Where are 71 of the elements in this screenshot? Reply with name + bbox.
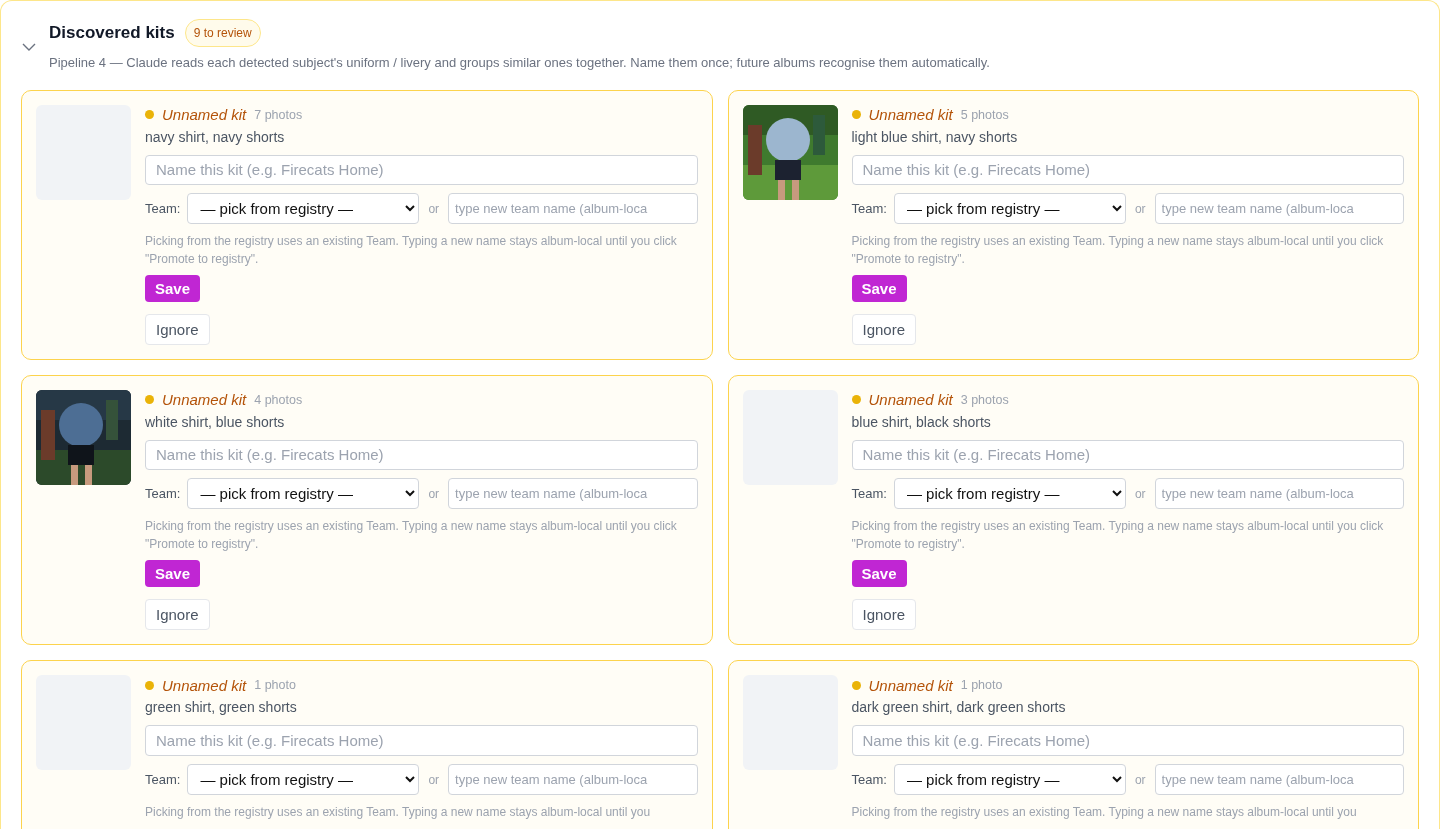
team-label: Team: xyxy=(851,772,887,787)
kit-summary: light blue shirt, navy shorts xyxy=(851,128,1019,145)
kit-name-field[interactable]: Name this kit (e.g. Firecats Home) xyxy=(145,154,698,185)
status-dot xyxy=(145,395,154,405)
ignore-button[interactable]: Ignore xyxy=(851,599,917,630)
status-dot xyxy=(851,395,861,405)
review-count-badge: 9 to review xyxy=(184,19,261,47)
ignore-button[interactable]: Ignore xyxy=(145,599,210,630)
team-select[interactable]: — pick from registry — xyxy=(893,193,1126,224)
section-title: Discovered kits xyxy=(49,23,175,43)
status-dot xyxy=(145,680,154,690)
help-text: Picking from the registry uses an existing Team. Typing a new name stays album-local until you click "Promote to registry". xyxy=(851,518,1385,553)
save-button[interactable]: Save xyxy=(851,560,907,587)
team-label: Team: xyxy=(851,201,887,216)
kit-summary: blue shirt, black shorts xyxy=(851,413,992,430)
help-text: Picking from the registry uses an existing Team. Typing a new name stays album-local until you click "Promote to registry". xyxy=(145,518,678,553)
photo-count: 3 photos xyxy=(960,392,1009,407)
team-name-field[interactable]: type new team name (album-loca xyxy=(1154,764,1404,795)
or-label: or xyxy=(1133,772,1147,787)
ignore-button[interactable]: Ignore xyxy=(145,314,210,345)
team-name-field[interactable]: type new team name (album-loca xyxy=(1154,478,1404,509)
kit-name: Unnamed kit xyxy=(162,391,247,409)
team-name-field[interactable]: type new team name (album-loca xyxy=(448,764,698,795)
team-select[interactable]: — pick from registry — xyxy=(893,478,1126,509)
or-label: or xyxy=(427,486,441,501)
kit-summary: navy shirt, navy shorts xyxy=(145,128,286,145)
kit-name-field[interactable]: Name this kit (e.g. Firecats Home) xyxy=(145,439,698,470)
kit-name: Unnamed kit xyxy=(868,676,953,694)
or-label: or xyxy=(427,201,441,216)
help-text: Picking from the registry uses an existing Team. Typing a new name stays album-local until you xyxy=(145,804,652,821)
section-description: Pipeline 4 — Claude reads each detected subject's uniform / livery and groups similar ones together. Name them once; future albums recognise them automatically. xyxy=(49,55,990,70)
ignore-button[interactable]: Ignore xyxy=(851,314,917,345)
team-label: Team: xyxy=(145,486,181,501)
status-dot xyxy=(851,110,861,120)
photo-count: 5 photos xyxy=(960,107,1009,122)
kit-name-field[interactable]: Name this kit (e.g. Firecats Home) xyxy=(851,154,1404,185)
kit-name: Unnamed kit xyxy=(162,676,247,694)
team-select[interactable]: — pick from registry — xyxy=(187,764,420,795)
or-label: or xyxy=(1133,486,1147,501)
help-text: Picking from the registry uses an existing Team. Typing a new name stays album-local until you xyxy=(851,804,1358,821)
team-select[interactable]: — pick from registry — xyxy=(187,478,420,509)
team-label: Team: xyxy=(145,772,181,787)
kit-summary: green shirt, green shorts xyxy=(145,699,298,715)
kit-name-field[interactable]: Name this kit (e.g. Firecats Home) xyxy=(851,725,1404,756)
status-dot xyxy=(145,110,154,120)
kit-name-field[interactable]: Name this kit (e.g. Firecats Home) xyxy=(145,725,698,756)
kit-summary: dark green shirt, dark green shorts xyxy=(851,699,1067,715)
photo-count: 4 photos xyxy=(254,392,303,407)
team-select[interactable]: — pick from registry — xyxy=(187,193,420,224)
help-text: Picking from the registry uses an existing Team. Typing a new name stays album-local until you click "Promote to registry". xyxy=(851,233,1385,268)
save-button[interactable]: Save xyxy=(145,275,201,302)
photo-count: 7 photos xyxy=(254,107,303,122)
team-label: Team: xyxy=(851,486,887,501)
team-label: Team: xyxy=(145,201,181,216)
or-label: or xyxy=(1133,201,1147,216)
kit-summary: white shirt, blue shorts xyxy=(145,413,286,430)
team-name-field[interactable]: type new team name (album-loca xyxy=(448,193,698,224)
team-name-field[interactable]: type new team name (album-loca xyxy=(448,478,698,509)
photo-count: 1 photo xyxy=(254,678,296,692)
help-text: Picking from the registry uses an existing Team. Typing a new name stays album-local until you click "Promote to registry". xyxy=(145,233,678,268)
save-button[interactable]: Save xyxy=(851,275,907,302)
save-button[interactable]: Save xyxy=(145,560,201,587)
photo-count: 1 photo xyxy=(960,678,1003,692)
team-name-field[interactable]: type new team name (album-loca xyxy=(1154,193,1404,224)
team-select[interactable]: — pick from registry — xyxy=(893,764,1126,795)
kit-name-field[interactable]: Name this kit (e.g. Firecats Home) xyxy=(851,439,1404,470)
kit-name: Unnamed kit xyxy=(868,106,953,124)
or-label: or xyxy=(427,772,441,787)
kit-name: Unnamed kit xyxy=(868,391,953,409)
kit-name: Unnamed kit xyxy=(162,106,247,124)
status-dot xyxy=(851,680,861,690)
